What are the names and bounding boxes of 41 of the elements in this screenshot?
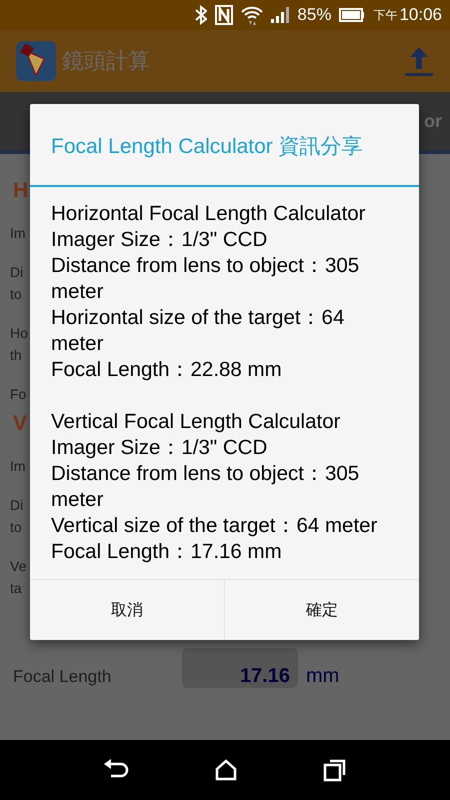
home-icon[interactable]	[214, 758, 238, 782]
unit-label: mm	[306, 665, 340, 688]
field-label: Di	[10, 263, 24, 282]
clock: 10:06	[399, 5, 442, 25]
signal-icon	[271, 7, 290, 23]
battery-percent: 85%	[297, 5, 332, 25]
field-label: Ho	[10, 324, 28, 343]
field-label: Ve	[10, 557, 26, 576]
dialog-section-title: Vertical Focal Length Calculator	[51, 409, 342, 435]
dialog-text-line: Focal Length：17.16 mm	[51, 539, 283, 565]
dialog-section-title: Horizontal Focal Length Calculator	[51, 201, 366, 227]
dialog-text-line: Focal Length：22.88 mm	[51, 357, 283, 383]
dialog-button[interactable]: 取消	[30, 580, 224, 640]
field-label: to	[10, 518, 22, 537]
wifi-icon	[241, 4, 264, 26]
time-period: 下午	[373, 6, 398, 24]
field-label: Im	[10, 457, 26, 476]
dialog-button[interactable]: 確定	[224, 580, 419, 640]
field-label: to	[10, 285, 22, 304]
dialog-title: Focal Length Calculator 資訊分享	[30, 104, 419, 187]
dialog-text-line: Distance from lens to object：305 meter	[51, 461, 360, 513]
field-label: Im	[10, 224, 26, 243]
result-field: 17.16	[182, 648, 298, 688]
dialog-text-line: Imager Size：1/3" CCD	[51, 435, 268, 461]
battery-icon	[339, 8, 366, 22]
nfc-icon	[215, 5, 234, 25]
field-label: Di	[10, 496, 24, 515]
section-heading: H	[12, 180, 28, 202]
dialog-text-line: Distance from lens to object：305 meter	[51, 253, 360, 305]
section-heading: V	[12, 413, 28, 435]
field-label: ta	[10, 579, 22, 598]
app-logo-icon	[16, 41, 56, 81]
dialog-text-line: Vertical size of the target：64 meter	[51, 513, 378, 539]
app-title: 鏡頭計算	[62, 47, 151, 75]
field-label: Fo	[10, 385, 26, 404]
field-label: Focal Length	[13, 666, 112, 688]
field-label: th	[10, 346, 22, 365]
dialog-text-line: Horizontal size of the target：64 meter	[51, 305, 346, 357]
dialog-text-line: Imager Size：1/3" CCD	[51, 227, 268, 253]
recent-apps-icon[interactable]	[323, 758, 348, 782]
bluetooth-icon	[195, 5, 208, 25]
